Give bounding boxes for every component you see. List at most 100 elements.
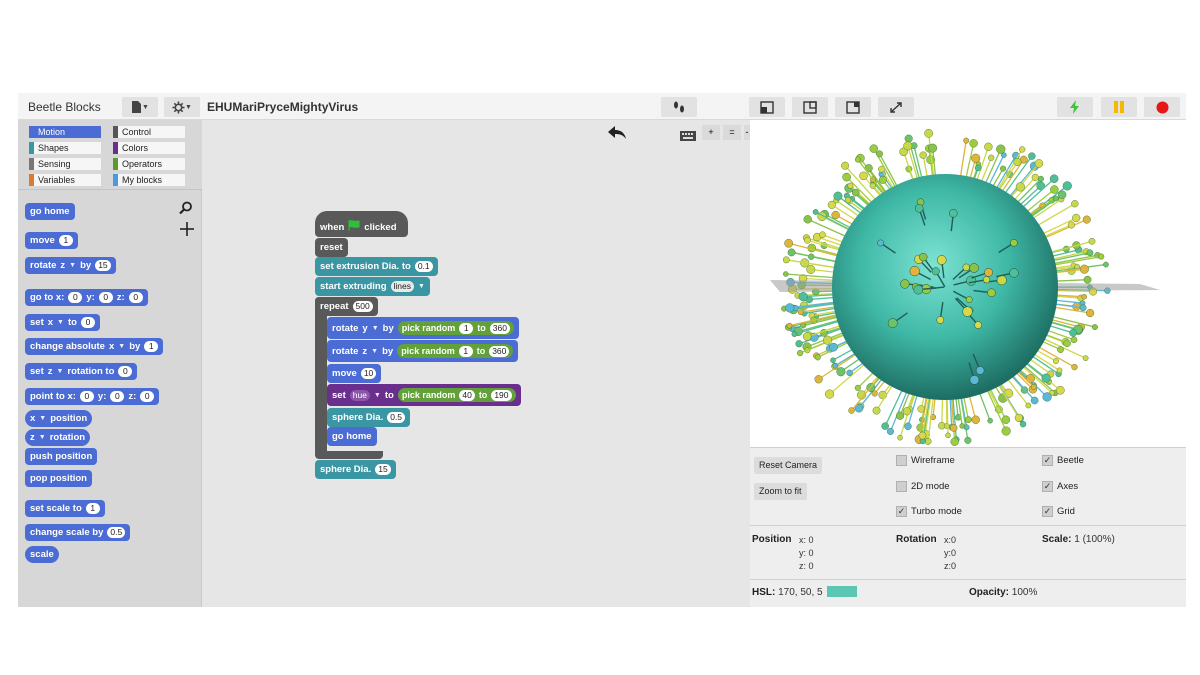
undo-icon[interactable]: [608, 126, 626, 145]
pop-position-block[interactable]: pop position: [25, 470, 92, 487]
add-block-icon[interactable]: [180, 222, 194, 241]
beetle-footprints-icon: [672, 101, 686, 114]
go-home-block[interactable]: go home: [327, 427, 377, 446]
category-colors[interactable]: Colors: [113, 142, 185, 154]
stop-button[interactable]: [1144, 97, 1180, 117]
point-to-block[interactable]: point to x: 0 y: 0 z: 0: [25, 388, 160, 405]
spike-ball: [902, 407, 911, 416]
axes-checkbox[interactable]: ✓: [1042, 481, 1053, 492]
spike-ball: [974, 321, 982, 329]
set-scale-block[interactable]: set scale to 1: [25, 500, 105, 517]
change-absolute-block[interactable]: change absolute x ▼ by 1: [25, 338, 164, 355]
run-button[interactable]: [1057, 97, 1093, 117]
settings-menu-button[interactable]: ▼: [164, 97, 200, 117]
layout-icon: [760, 100, 774, 114]
turbo-mode-toggle[interactable]: ✓ Turbo mode: [896, 506, 962, 517]
grid-toggle[interactable]: ✓ Grid: [1042, 506, 1075, 517]
color-swatch[interactable]: [827, 586, 857, 597]
spike-ball: [1030, 383, 1037, 390]
2d-mode-checkbox[interactable]: [896, 481, 907, 492]
spike-ball: [895, 411, 905, 420]
spike-ball: [1009, 268, 1019, 278]
category-sensing[interactable]: Sensing: [29, 158, 101, 170]
set-extrusion-block[interactable]: set extrusion Dia. to 0.1: [315, 257, 438, 276]
spike-ball: [1056, 367, 1063, 374]
grid-checkbox[interactable]: ✓: [1042, 506, 1053, 517]
spike-ball: [842, 172, 851, 182]
set-hue-block[interactable]: set hue ▼ to pick random 40 to 190: [327, 384, 521, 406]
category-variables[interactable]: Variables: [29, 174, 101, 186]
pause-button[interactable]: [1101, 97, 1137, 117]
layout-stage-button[interactable]: [792, 97, 828, 117]
fullscreen-button[interactable]: [878, 97, 914, 117]
spike-ball: [965, 416, 972, 423]
spike-ball: [819, 231, 826, 239]
file-menu-button[interactable]: ▼: [122, 97, 158, 117]
start-extruding-block[interactable]: start extruding lines ▼: [315, 277, 430, 296]
scale-reporter[interactable]: scale: [25, 546, 59, 563]
spike-ball: [1034, 159, 1044, 168]
sphere-inner-block[interactable]: sphere Dia. 0.5: [327, 408, 411, 427]
go-to-block[interactable]: go to x: 0 y: 0 z: 0: [25, 289, 148, 306]
2d-mode-toggle[interactable]: 2D mode: [896, 481, 950, 492]
move-block[interactable]: move 10: [327, 364, 382, 383]
position-reporter[interactable]: x ▼ position: [25, 410, 93, 427]
spike-ball: [945, 432, 951, 439]
pick-random-reporter[interactable]: pick random 1 to 360: [397, 321, 514, 335]
repeat-block[interactable]: [315, 297, 327, 457]
spike-ball: [971, 153, 981, 163]
spike-ball: [851, 188, 860, 197]
status-divider: [750, 525, 1186, 526]
zoom-reset-button[interactable]: =: [723, 125, 741, 140]
reset-block[interactable]: reset: [315, 238, 348, 257]
spike-ball: [1041, 373, 1051, 383]
set-axis-block[interactable]: set x ▼ to 0: [25, 314, 100, 331]
keyboard-icon[interactable]: [680, 128, 696, 146]
spike-ball: [814, 375, 823, 384]
when-flag-clicked-block[interactable]: when clicked: [315, 211, 408, 237]
spike-ball: [878, 390, 887, 400]
rotate-block[interactable]: rotate z ▼ by 15: [25, 257, 116, 274]
spike-ball: [832, 363, 838, 369]
spike-ball: [854, 156, 861, 163]
category-my-blocks[interactable]: My blocks: [113, 174, 185, 186]
layout-small-button[interactable]: [835, 97, 871, 117]
script-area[interactable]: + = - when clicked reset set extrusion D…: [203, 120, 750, 607]
wireframe-checkbox[interactable]: [896, 455, 907, 466]
spike-ball: [830, 357, 836, 363]
beetle-toggle-button[interactable]: [661, 97, 697, 117]
axes-toggle[interactable]: ✓ Axes: [1042, 481, 1078, 492]
turbo-mode-checkbox[interactable]: ✓: [896, 506, 907, 517]
rotate-z-block[interactable]: rotate z ▼ by pick random 1 to 360: [327, 340, 519, 362]
set-rotation-block[interactable]: set z ▼ rotation to 0: [25, 363, 138, 380]
repeat-header[interactable]: repeat 500: [315, 297, 378, 316]
push-position-block[interactable]: push position: [25, 448, 98, 465]
spike: [785, 273, 839, 279]
search-icon[interactable]: [179, 201, 193, 220]
beetle-toggle[interactable]: ✓ Beetle: [1042, 455, 1084, 466]
move-block[interactable]: move 1: [25, 232, 78, 249]
spike: [946, 393, 949, 436]
change-scale-block[interactable]: change scale by 0.5: [25, 524, 131, 541]
category-operators[interactable]: Operators: [113, 158, 185, 170]
category-motion[interactable]: Motion: [29, 126, 101, 138]
category-shapes[interactable]: Shapes: [29, 142, 101, 154]
wireframe-toggle[interactable]: Wireframe: [896, 455, 955, 466]
zoom-in-button[interactable]: +: [702, 125, 720, 140]
category-control[interactable]: Control: [113, 126, 185, 138]
beetle-checkbox[interactable]: ✓: [1042, 455, 1053, 466]
pick-random-reporter[interactable]: pick random 40 to 190: [397, 388, 516, 402]
rotation-reporter[interactable]: z ▼ rotation: [25, 429, 91, 446]
go-home-block[interactable]: go home: [25, 203, 75, 220]
layout-normal-button[interactable]: [749, 97, 785, 117]
zoom-to-fit-button[interactable]: Zoom to fit: [754, 483, 807, 500]
3d-stage[interactable]: [750, 120, 1186, 447]
spike-ball: [1079, 264, 1089, 274]
sphere-outer-block[interactable]: sphere Dia. 15: [315, 460, 396, 479]
spike-ball: [877, 239, 885, 247]
reset-camera-button[interactable]: Reset Camera: [754, 457, 823, 474]
rotate-y-block[interactable]: rotate y ▼ by pick random 1 to 360: [327, 317, 519, 339]
spike-ball: [936, 316, 945, 324]
spike-ball: [1081, 294, 1088, 300]
pick-random-reporter[interactable]: pick random 1 to 360: [397, 344, 514, 358]
